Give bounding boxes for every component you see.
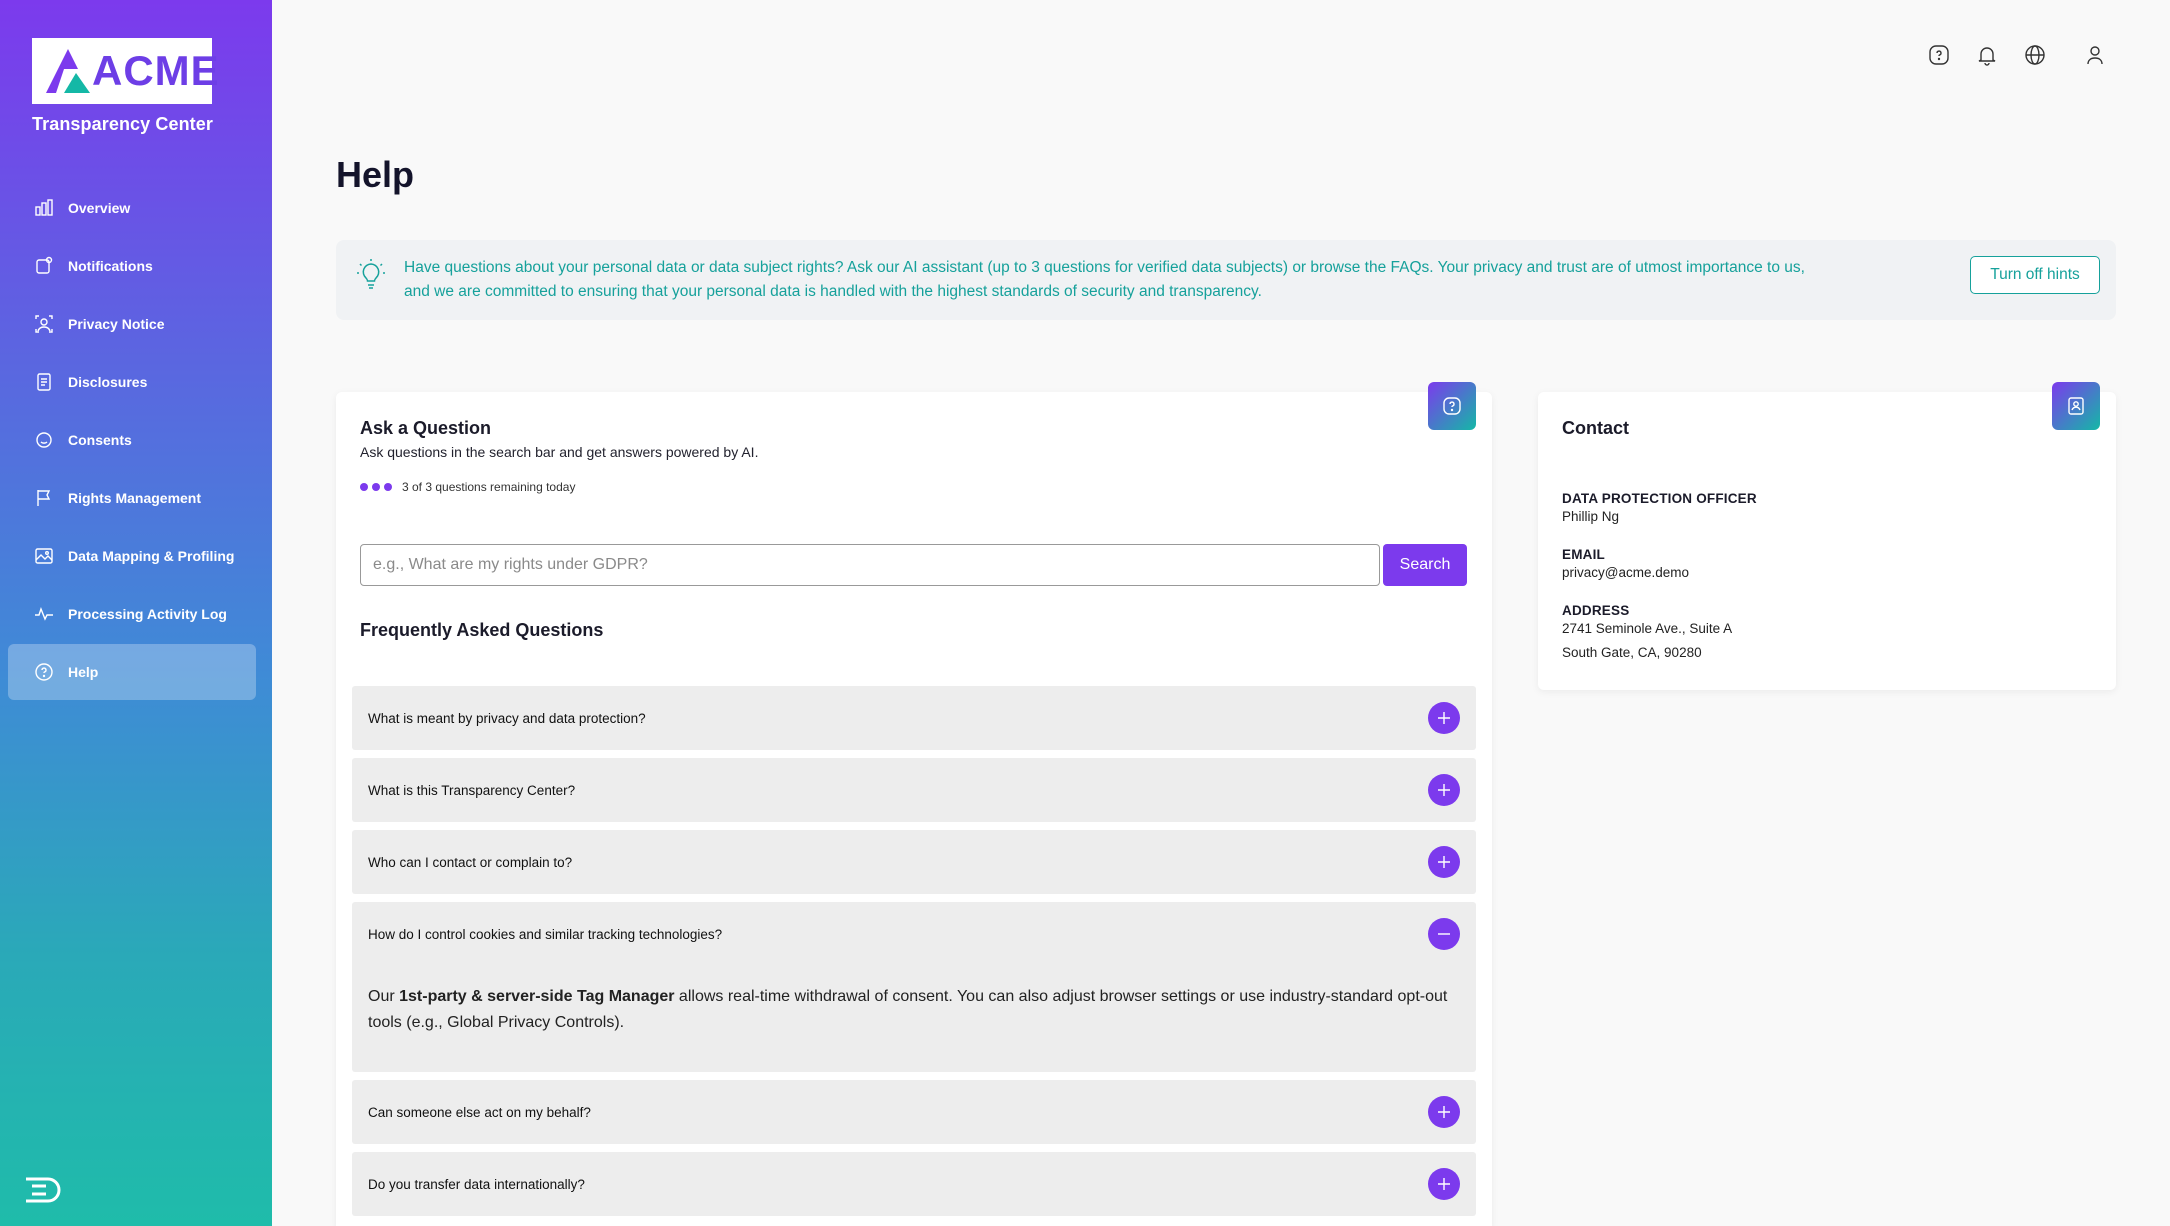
user-icon[interactable] xyxy=(2080,40,2110,70)
sidebar-item-data-mapping[interactable]: Data Mapping & Profiling xyxy=(8,528,256,584)
sidebar-item-label: Help xyxy=(68,664,99,680)
questions-remaining: 3 of 3 questions remaining today xyxy=(360,480,575,494)
faq-list: What is meant by privacy and data protec… xyxy=(352,686,1476,1224)
contact-badge-icon xyxy=(2052,382,2100,430)
plus-icon[interactable] xyxy=(1428,774,1460,806)
sidebar-item-label: Consents xyxy=(68,432,132,448)
sidebar-item-notifications[interactable]: Notifications xyxy=(8,238,256,294)
sidebar-item-label: Notifications xyxy=(68,258,153,274)
faq-item: What is meant by privacy and data protec… xyxy=(352,686,1476,750)
faq-answer-bold: 1st-party & server-side Tag Manager xyxy=(399,988,675,1005)
activity-icon xyxy=(34,604,54,624)
turn-off-hints-button[interactable]: Turn off hints xyxy=(1970,256,2100,294)
faq-question[interactable]: What is this Transparency Center? xyxy=(352,758,1476,822)
sidebar-item-label: Disclosures xyxy=(68,374,148,390)
address-line-2: South Gate, CA, 90280 xyxy=(1562,645,1702,660)
remaining-dots xyxy=(360,483,392,491)
privacy-icon xyxy=(34,314,54,334)
sidebar-subtitle: Transparency Center xyxy=(32,114,213,134)
page-title: Help xyxy=(336,154,415,195)
ask-question-subtitle: Ask questions in the search bar and get … xyxy=(360,444,759,460)
bell-icon[interactable] xyxy=(1972,40,2002,70)
faq-question-text: What is this Transparency Center? xyxy=(368,782,576,798)
document-icon xyxy=(34,372,54,392)
faq-answer-prefix: Our xyxy=(368,988,400,1005)
sidebar-item-help[interactable]: Help xyxy=(8,644,256,700)
address-line-1: 2741 Seminole Ave., Suite A xyxy=(1562,621,1733,636)
sidebar: ACME Transparency Center Overview Notifi… xyxy=(0,0,272,1226)
plus-icon[interactable] xyxy=(1428,846,1460,878)
sidebar-item-label: Privacy Notice xyxy=(68,316,165,332)
brand-mark-icon[interactable] xyxy=(24,1175,66,1210)
faq-question-text: What is meant by privacy and data protec… xyxy=(368,710,646,726)
sidebar-item-label: Overview xyxy=(68,200,131,216)
plus-icon[interactable] xyxy=(1428,1096,1460,1128)
remaining-text: 3 of 3 questions remaining today xyxy=(402,480,576,494)
sidebar-nav: Overview Notifications Privacy Notice Di… xyxy=(8,180,256,702)
bar-chart-icon xyxy=(34,198,54,218)
acme-logo[interactable]: ACME xyxy=(32,38,219,104)
sidebar-item-label: Rights Management xyxy=(68,490,202,506)
faq-question[interactable]: Who can I contact or complain to? xyxy=(352,830,1476,894)
faq-item: Can someone else act on my behalf? xyxy=(352,1080,1476,1144)
sidebar-item-privacy-notice[interactable]: Privacy Notice xyxy=(8,296,256,352)
address-label: ADDRESS xyxy=(1562,603,1630,618)
plus-icon[interactable] xyxy=(1428,1168,1460,1200)
hint-bar: Have questions about your personal data … xyxy=(336,240,2116,320)
faq-question-text: Who can I contact or complain to? xyxy=(368,854,573,870)
faq-question[interactable]: Can someone else act on my behalf? xyxy=(352,1080,1476,1144)
ask-question-title: Ask a Question xyxy=(360,418,492,438)
faq-question[interactable]: Do you transfer data internationally? xyxy=(352,1152,1476,1216)
search-input[interactable] xyxy=(360,544,1380,586)
faq-question-text: Can someone else act on my behalf? xyxy=(368,1104,591,1120)
globe-icon[interactable] xyxy=(2020,40,2050,70)
sidebar-item-disclosures[interactable]: Disclosures xyxy=(8,354,256,410)
dpo-label: DATA PROTECTION OFFICER xyxy=(1562,491,1757,506)
faq-item-expanded: How do I control cookies and similar tra… xyxy=(352,902,1476,1072)
hint-text: Have questions about your personal data … xyxy=(404,259,1805,300)
sidebar-item-overview[interactable]: Overview xyxy=(8,180,256,236)
contact-title: Contact xyxy=(1562,418,1629,438)
minus-icon[interactable] xyxy=(1428,918,1460,950)
help-icon xyxy=(34,662,54,682)
sidebar-item-label: Processing Activity Log xyxy=(68,606,227,622)
ask-question-card: Ask a Question Ask questions in the sear… xyxy=(336,382,1492,1226)
lightbulb-icon xyxy=(357,259,385,289)
faq-item: Do you transfer data internationally? xyxy=(352,1152,1476,1216)
contact-card: Contact DATA PROTECTION OFFICER Phillip … xyxy=(1538,382,2116,690)
sidebar-item-consents[interactable]: Consents xyxy=(8,412,256,468)
sidebar-item-rights-management[interactable]: Rights Management xyxy=(8,470,256,526)
faq-question[interactable]: What is meant by privacy and data protec… xyxy=(352,686,1476,750)
faq-question[interactable]: How do I control cookies and similar tra… xyxy=(352,902,1476,966)
topbar-icons xyxy=(1924,40,2110,70)
notification-icon xyxy=(34,256,54,276)
consent-icon xyxy=(34,430,54,450)
search-button[interactable]: Search xyxy=(1383,544,1467,586)
dpo-value: Phillip Ng xyxy=(1562,509,1620,524)
sidebar-item-processing-log[interactable]: Processing Activity Log xyxy=(8,586,256,642)
email-value[interactable]: privacy@acme.demo xyxy=(1562,561,1689,585)
image-map-icon xyxy=(34,546,54,566)
plus-icon[interactable] xyxy=(1428,702,1460,734)
sidebar-item-label: Data Mapping & Profiling xyxy=(68,548,235,564)
faq-item: What is this Transparency Center? xyxy=(352,758,1476,822)
help-badge-icon xyxy=(1428,382,1476,430)
faq-question-text: Do you transfer data internationally? xyxy=(368,1176,585,1192)
help-icon[interactable] xyxy=(1924,40,1954,70)
faq-item: Who can I contact or complain to? xyxy=(352,830,1476,894)
faq-answer: Our 1st-party & server-side Tag Manager … xyxy=(352,966,1476,1072)
email-label: EMAIL xyxy=(1562,547,1605,562)
flag-icon xyxy=(34,488,54,508)
faq-heading: Frequently Asked Questions xyxy=(360,620,604,640)
logo-text: ACME xyxy=(92,47,220,94)
faq-question-text: How do I control cookies and similar tra… xyxy=(368,926,723,942)
